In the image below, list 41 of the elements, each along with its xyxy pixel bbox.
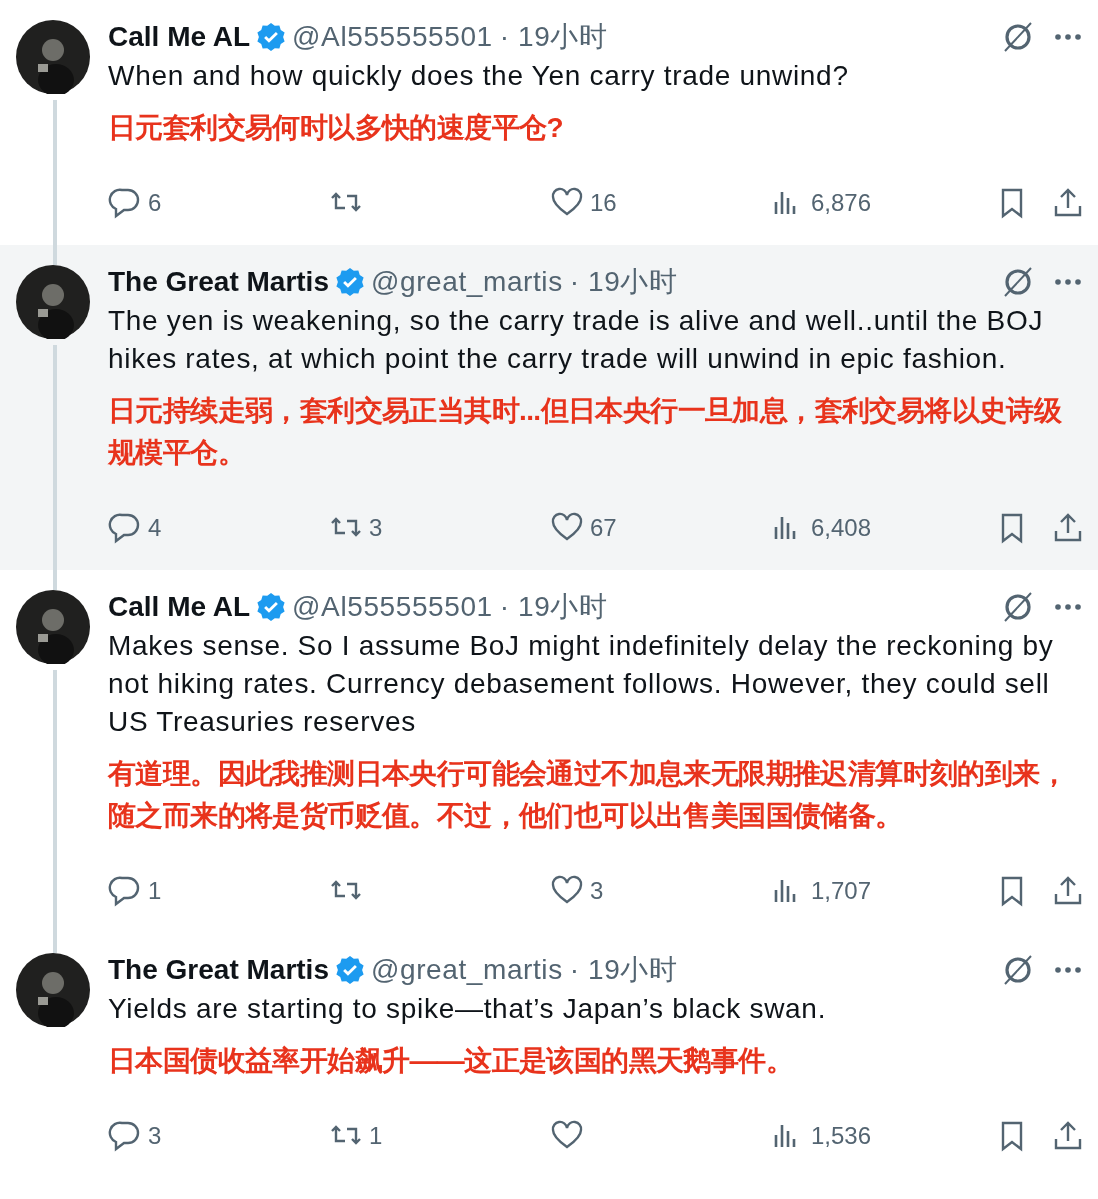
reply-button[interactable]: 3 xyxy=(108,1119,329,1153)
author-name[interactable]: The Great Martis xyxy=(108,266,329,298)
reply-button[interactable]: 4 xyxy=(108,511,329,545)
views-button[interactable]: 6,408 xyxy=(771,511,992,545)
avatar-icon[interactable] xyxy=(16,590,90,664)
post-time[interactable]: · 19小时 xyxy=(499,18,608,56)
author-name[interactable]: Call Me AL xyxy=(108,21,251,53)
post-text: The yen is weakening, so the carry trade is alive and well..until the BOJ hikes rates, at which point the carry trade will unwind in epic fashion. xyxy=(108,304,1045,376)
author-handle[interactable]: @Al555555501 xyxy=(292,591,493,623)
avatar-icon[interactable] xyxy=(16,265,90,339)
translation-text: 有道理。因此我推测日本央行可能会通过不加息来无限期推迟清算时刻的到来，随之而来的将是货币贬值。不过，他们也可以出售美国国债储备。 xyxy=(108,757,1068,833)
avatar-icon[interactable] xyxy=(16,953,90,1027)
author-name[interactable]: The Great Martis xyxy=(108,954,329,986)
translation-text: 日元持续走弱，套利交易正当其时...但日本央行一旦加息，套利交易将以史诗级规模平仓。 xyxy=(108,394,1063,470)
views-button[interactable]: 1,707 xyxy=(771,874,992,908)
reply-icon xyxy=(108,186,142,220)
translation-text: 日本国债收益率开始飙升——这正是该国的黑天鹅事件。 xyxy=(108,1044,794,1078)
author-handle[interactable]: @great_martis xyxy=(370,954,563,986)
author-handle[interactable]: @great_martis xyxy=(370,266,563,298)
post-text: Makes sense. So I assume BoJ might indefinitely delay the reckoning by not hiking rates. Currency debasement follows. However, they could sell US Treasuries reserves xyxy=(108,629,1055,739)
like-button[interactable]: 67 xyxy=(550,511,771,545)
post-text: Yields are starting to spike—that’s Japan’s black swan. xyxy=(108,992,828,1026)
like-button[interactable]: 3 xyxy=(550,874,771,908)
author-handle[interactable]: @Al555555501 xyxy=(292,21,493,53)
post-time[interactable]: · 19小时 xyxy=(569,263,678,301)
translation-text: 日元套利交易何时以多快的速度平仓? xyxy=(108,111,564,145)
post-time[interactable]: · 19小时 xyxy=(569,951,678,989)
repost-button[interactable]: 3 xyxy=(329,511,550,545)
reply-icon xyxy=(108,1119,142,1153)
post-time[interactable]: · 19小时 xyxy=(499,588,608,626)
reply-icon xyxy=(108,874,142,908)
reply-icon xyxy=(108,511,142,545)
reply-button[interactable]: 6 xyxy=(108,186,329,220)
avatar-icon[interactable] xyxy=(16,20,90,94)
views-button[interactable]: 6,876 xyxy=(771,186,992,220)
reply-button[interactable]: 1 xyxy=(108,874,329,908)
views-button[interactable]: 1,536 xyxy=(771,1119,992,1153)
repost-button[interactable]: 1 xyxy=(329,1119,550,1153)
post-text: When and how quickly does the Yen carry trade unwind? xyxy=(108,59,850,93)
author-name[interactable]: Call Me AL xyxy=(108,591,251,623)
like-button[interactable]: 16 xyxy=(550,186,771,220)
